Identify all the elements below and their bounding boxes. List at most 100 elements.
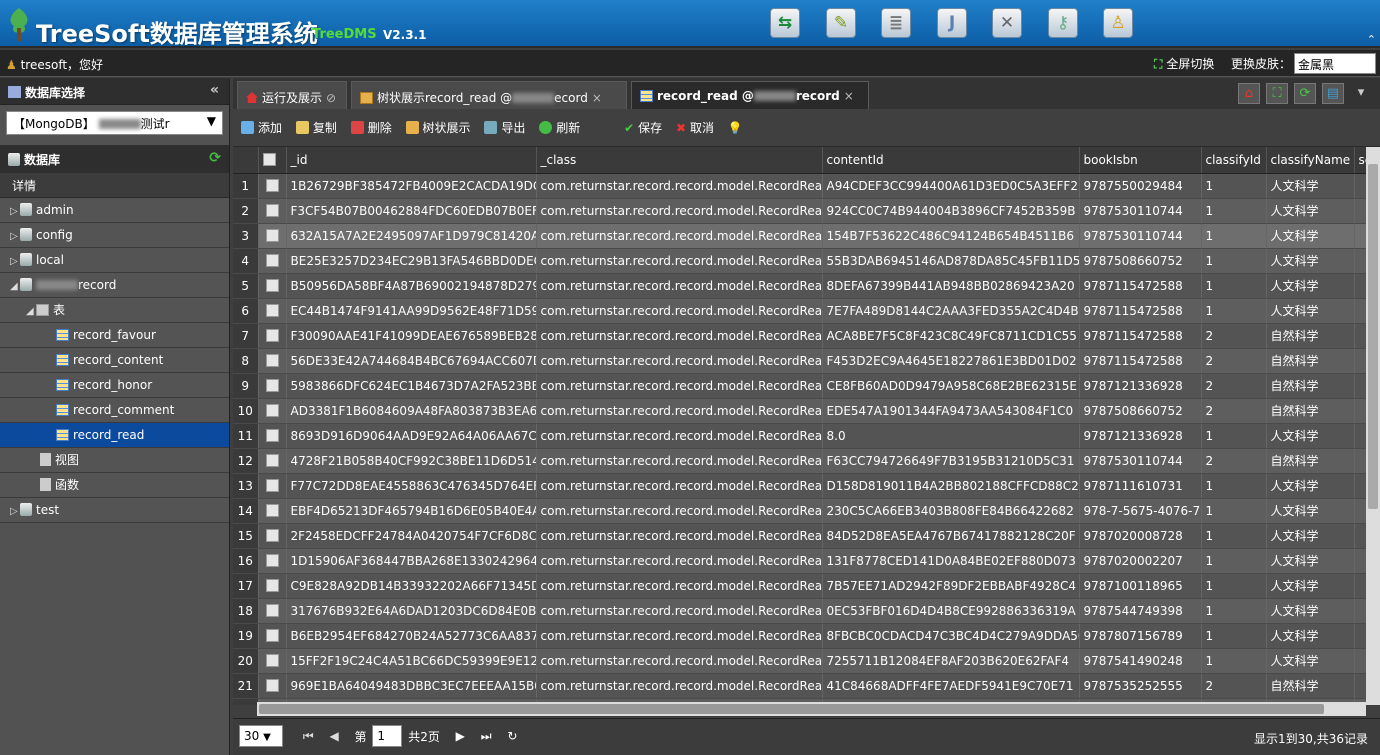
tree-db-record[interactable]: ◢ record (0, 273, 229, 298)
table-cell[interactable]: com.returnstar.record.record.model.Recor… (536, 648, 823, 674)
table-cell[interactable]: com.returnstar.record.record.model.Recor… (536, 598, 823, 624)
table-cell[interactable]: com.returnstar.record.record.model.Recor… (536, 248, 823, 274)
table-cell[interactable]: C9E828A92DB14B33932202A66F71345D (286, 573, 537, 599)
table-cell[interactable]: 2 (1201, 373, 1267, 399)
table-cell[interactable] (1354, 448, 1366, 474)
table-cell[interactable]: 41C84668ADFF4FE7AEDF5941E9C70E71 (822, 673, 1080, 699)
table-cell[interactable]: 自然科学 (1266, 323, 1355, 349)
table-cell[interactable]: com.returnstar.record.record.model.Recor… (536, 398, 823, 424)
select-all-checkbox[interactable] (258, 147, 287, 174)
tree-table-record-comment[interactable]: record_comment (0, 398, 229, 423)
table-cell[interactable]: com.returnstar.record.record.model.Recor… (536, 223, 823, 249)
table-cell[interactable]: 1 (1201, 548, 1267, 574)
table-cell[interactable]: 1 (1201, 573, 1267, 599)
sync-icon[interactable]: ⇆ (770, 8, 800, 38)
cancel-button[interactable]: ✖ 取消 (676, 119, 714, 136)
table-cell[interactable]: 9787111610731 (1079, 473, 1202, 499)
table-cell[interactable]: 5983866DFC624EC1B4673D7A2FA523BB (286, 373, 537, 399)
row-checkbox[interactable] (258, 223, 287, 249)
reload-icon[interactable]: ↻ (507, 729, 517, 743)
table-cell[interactable]: 2 (1201, 323, 1267, 349)
table-cell[interactable]: 1 (1201, 598, 1267, 624)
tip-icon[interactable]: 💡 (728, 121, 743, 135)
table-cell[interactable] (1354, 548, 1366, 574)
table-cell[interactable]: 人文科学 (1266, 473, 1355, 499)
collapse-left-icon[interactable]: « (210, 82, 219, 98)
table-cell[interactable]: 9787100118965 (1079, 573, 1202, 599)
table-cell[interactable]: 自然科学 (1266, 398, 1355, 424)
table-cell[interactable]: 9787530110744 (1079, 223, 1202, 249)
table-cell[interactable]: 8FBCBC0CDACD47C3BC4D4C279A9DDA50 (822, 623, 1080, 649)
row-checkbox[interactable] (258, 323, 287, 349)
table-cell[interactable] (1354, 648, 1366, 674)
table-cell[interactable]: 969E1BA64049483DBBC3EC7EEEAA15B0 (286, 673, 537, 699)
table-cell[interactable]: 1 (1201, 498, 1267, 524)
table-cell[interactable]: 154B7F53622C486C94124B654B4511B6 (822, 223, 1080, 249)
table-cell[interactable] (1354, 423, 1366, 449)
first-page-icon[interactable]: ⏮ (303, 729, 314, 744)
table-cell[interactable] (1354, 198, 1366, 224)
copy-button[interactable]: 复制 (295, 119, 337, 136)
table-cell[interactable] (1354, 623, 1366, 649)
table-cell[interactable]: 1B26729BF385472FB4009E2CACDA19DC (286, 173, 537, 199)
table-cell[interactable]: 1 (1201, 523, 1267, 549)
export-button[interactable]: 导出 (484, 119, 525, 136)
table-cell[interactable] (1354, 598, 1366, 624)
table-cell[interactable]: 人文科学 (1266, 598, 1355, 624)
table-row[interactable]: 9 5983866DFC624EC1B4673D7A2FA523BB com.ret… (233, 373, 1366, 399)
table-cell[interactable]: com.returnstar.record.record.model.Recor… (536, 673, 823, 699)
table-cell[interactable]: 9787541490248 (1079, 648, 1202, 674)
table-row[interactable]: 13 F77C72DD8EAE4558863C476345D764EF com.re… (233, 473, 1366, 499)
row-checkbox[interactable] (258, 198, 287, 224)
row-checkbox[interactable] (258, 473, 287, 499)
table-cell[interactable]: 9787530110744 (1079, 448, 1202, 474)
table-cell[interactable]: com.returnstar.record.record.model.Recor… (536, 423, 823, 449)
table-cell[interactable] (1354, 298, 1366, 324)
table-cell[interactable]: 55B3DAB6945146AD878DA85C45FB11D5 (822, 248, 1080, 274)
table-row[interactable]: 4 BE25E3257D234EC29B13FA546BBD0DEC com.ret… (233, 248, 1366, 274)
column-header[interactable]: _class (536, 147, 823, 174)
table-cell[interactable]: 9787115472588 (1079, 348, 1202, 374)
detail-row[interactable]: 详情 (0, 173, 229, 198)
table-cell[interactable] (1354, 273, 1366, 299)
table-cell[interactable]: D158D819011B4A2BB802188CFFCD88C2 (822, 473, 1080, 499)
table-cell[interactable]: 自然科学 (1266, 348, 1355, 374)
page-size-select[interactable]: 30 ▼ (239, 725, 283, 747)
table-cell[interactable]: 56DE33E42A744684B4BC67694ACC607D (286, 348, 537, 374)
table-row[interactable]: 18 317676B932E64A6DAD1203DC6D84E0B8 com.re… (233, 598, 1366, 624)
table-cell[interactable]: BE25E3257D234EC29B13FA546BBD0DEC (286, 248, 537, 274)
tab-close-icon[interactable]: ⊘ (326, 91, 336, 105)
next-page-icon[interactable]: ▶ (456, 729, 465, 743)
tree-db-admin[interactable]: ▷ admin (0, 198, 229, 223)
table-cell[interactable]: 7E7FA489D8144C2AAA3FED355A2C4D4B (822, 298, 1080, 324)
table-cell[interactable]: 1 (1201, 473, 1267, 499)
column-header[interactable]: classifyName (1266, 147, 1355, 174)
row-checkbox[interactable] (258, 173, 287, 199)
table-cell[interactable]: 1 (1201, 223, 1267, 249)
table-cell[interactable]: 9787535252555 (1079, 673, 1202, 699)
add-button[interactable]: 添加 (241, 119, 282, 136)
table-cell[interactable]: 9787020002207 (1079, 548, 1202, 574)
tree-tables-group[interactable]: ◢ 表 (0, 298, 229, 323)
column-header[interactable]: se (1354, 147, 1366, 174)
table-cell[interactable]: 人文科学 (1266, 248, 1355, 274)
table-cell[interactable]: 978-7-5675-4076-7 (1079, 498, 1202, 524)
table-cell[interactable]: 1 (1201, 173, 1267, 199)
table-cell[interactable]: 9787508660752 (1079, 248, 1202, 274)
table-cell[interactable]: com.returnstar.record.record.model.Recor… (536, 473, 823, 499)
table-cell[interactable]: 15FF2F19C24C4A51BC66DC59399E9E12 (286, 648, 537, 674)
refresh-icon[interactable]: ⟳ (209, 150, 221, 166)
table-cell[interactable]: 人文科学 (1266, 648, 1355, 674)
table-cell[interactable]: 人文科学 (1266, 273, 1355, 299)
table-cell[interactable]: com.returnstar.record.record.model.Recor… (536, 273, 823, 299)
tree-functions[interactable]: 函数 (0, 473, 229, 498)
table-cell[interactable]: 自然科学 (1266, 373, 1355, 399)
table-row[interactable]: 19 B6EB2954EF684270B24A52773C6AA837 com.re… (233, 623, 1366, 649)
table-cell[interactable] (1354, 348, 1366, 374)
table-row[interactable]: 21 969E1BA64049483DBBC3EC7EEEAA15B0 com.re… (233, 673, 1366, 699)
table-cell[interactable] (1354, 673, 1366, 699)
table-cell[interactable]: F3CF54B07B00462884FDC60EDB07B0EF (286, 198, 537, 224)
tree-db-test[interactable]: ▷ test (0, 498, 229, 523)
table-row[interactable]: 1 1B26729BF385472FB4009E2CACDA19DC com.ret… (233, 173, 1366, 199)
save-button[interactable]: ✔ 保存 (624, 119, 662, 136)
